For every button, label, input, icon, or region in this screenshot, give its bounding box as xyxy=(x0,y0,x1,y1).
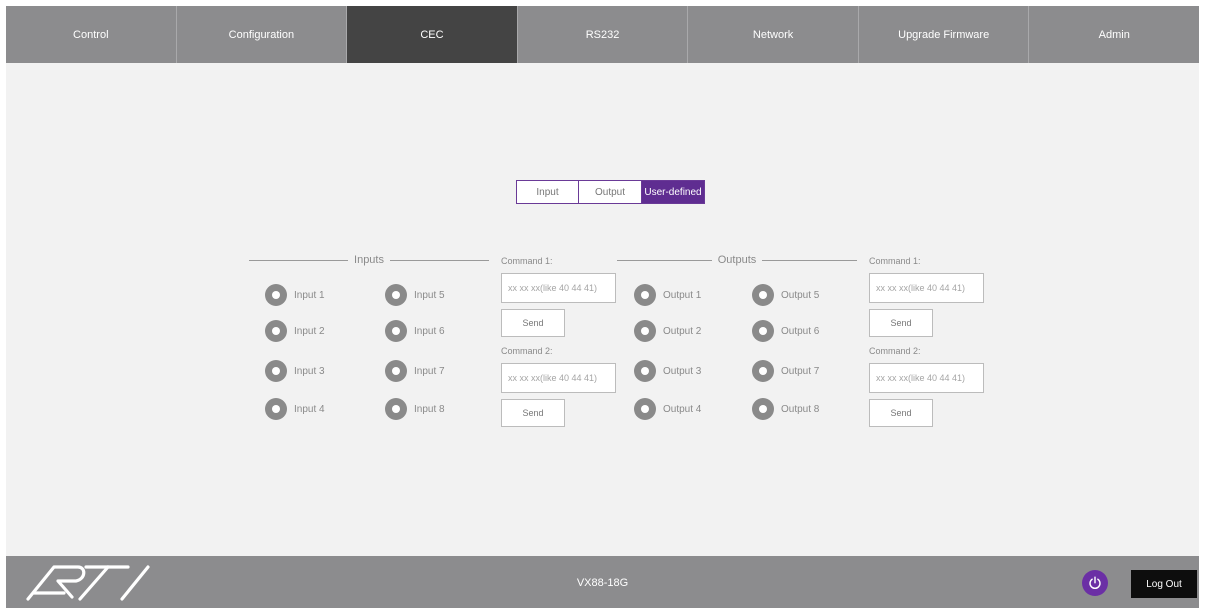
output-3-label: Output 3 xyxy=(663,365,702,377)
radio-dot xyxy=(265,360,287,382)
footer-bar: VX88-18G Log Out xyxy=(6,556,1199,608)
input-7-radio[interactable]: Input 7 xyxy=(385,360,445,382)
input-4-radio[interactable]: Input 4 xyxy=(265,398,325,420)
input-4-label: Input 4 xyxy=(294,403,325,415)
heading-divider xyxy=(762,259,857,261)
input-3-label: Input 3 xyxy=(294,365,325,377)
output-5-label: Output 5 xyxy=(781,289,820,301)
input-command-1-field[interactable] xyxy=(501,273,616,303)
cec-mode-switch: Input Output User-defined xyxy=(516,180,705,204)
radio-dot xyxy=(634,398,656,420)
input-command-2-label: Command 2: xyxy=(501,346,553,356)
radio-dot xyxy=(634,284,656,306)
tab-cec[interactable]: CEC xyxy=(347,6,518,63)
inputs-heading: Inputs xyxy=(249,252,489,268)
output-4-radio[interactable]: Output 4 xyxy=(634,398,701,420)
input-1-label: Input 1 xyxy=(294,289,325,301)
output-command-1-label: Command 1: xyxy=(869,256,921,266)
radio-dot xyxy=(752,398,774,420)
input-command-2-send-button[interactable]: Send xyxy=(501,399,565,427)
output-8-radio[interactable]: Output 8 xyxy=(752,398,819,420)
input-5-label: Input 5 xyxy=(414,289,445,301)
radio-dot xyxy=(265,398,287,420)
radio-dot xyxy=(634,360,656,382)
mode-user-defined-button[interactable]: User-defined xyxy=(642,180,705,204)
radio-dot xyxy=(385,320,407,342)
output-7-radio[interactable]: Output 7 xyxy=(752,360,819,382)
tab-upgrade-firmware[interactable]: Upgrade Firmware xyxy=(859,6,1030,63)
output-7-label: Output 7 xyxy=(781,365,820,377)
device-model: VX88-18G xyxy=(576,577,629,589)
tab-rs232[interactable]: RS232 xyxy=(518,6,689,63)
output-6-radio[interactable]: Output 6 xyxy=(752,320,819,342)
input-6-radio[interactable]: Input 6 xyxy=(385,320,445,342)
radio-dot xyxy=(752,284,774,306)
output-3-radio[interactable]: Output 3 xyxy=(634,360,701,382)
radio-dot xyxy=(385,360,407,382)
input-3-radio[interactable]: Input 3 xyxy=(265,360,325,382)
output-command-1-field[interactable] xyxy=(869,273,984,303)
mode-input-button[interactable]: Input xyxy=(516,180,579,204)
input-command-2-field[interactable] xyxy=(501,363,616,393)
output-1-label: Output 1 xyxy=(663,289,702,301)
radio-dot xyxy=(265,320,287,342)
output-6-label: Output 6 xyxy=(781,325,820,337)
heading-divider xyxy=(249,259,349,261)
radio-dot xyxy=(752,360,774,382)
input-8-label: Input 8 xyxy=(414,403,445,415)
outputs-heading: Outputs xyxy=(617,252,857,268)
inputs-heading-label: Inputs xyxy=(354,254,384,266)
tab-network[interactable]: Network xyxy=(688,6,859,63)
radio-dot xyxy=(634,320,656,342)
output-5-radio[interactable]: Output 5 xyxy=(752,284,819,306)
input-7-label: Input 7 xyxy=(414,365,445,377)
tab-configuration[interactable]: Configuration xyxy=(177,6,348,63)
tab-control[interactable]: Control xyxy=(6,6,177,63)
output-command-1-send-button[interactable]: Send xyxy=(869,309,933,337)
radio-dot xyxy=(385,398,407,420)
input-command-1-label: Command 1: xyxy=(501,256,553,266)
app-window: Control Configuration CEC RS232 Network … xyxy=(6,6,1199,608)
input-8-radio[interactable]: Input 8 xyxy=(385,398,445,420)
output-4-label: Output 4 xyxy=(663,403,702,415)
top-nav: Control Configuration CEC RS232 Network … xyxy=(6,6,1199,63)
power-icon xyxy=(1089,576,1101,590)
radio-dot xyxy=(265,284,287,306)
input-2-radio[interactable]: Input 2 xyxy=(265,320,325,342)
input-command-1-send-button[interactable]: Send xyxy=(501,309,565,337)
output-command-2-field[interactable] xyxy=(869,363,984,393)
input-6-label: Input 6 xyxy=(414,325,445,337)
heading-divider xyxy=(617,259,712,261)
output-8-label: Output 8 xyxy=(781,403,820,415)
outputs-heading-label: Outputs xyxy=(717,254,757,266)
input-5-radio[interactable]: Input 5 xyxy=(385,284,445,306)
logout-button[interactable]: Log Out xyxy=(1131,570,1197,598)
output-2-label: Output 2 xyxy=(663,325,702,337)
heading-divider xyxy=(389,259,489,261)
output-1-radio[interactable]: Output 1 xyxy=(634,284,701,306)
output-command-2-label: Command 2: xyxy=(869,346,921,356)
input-2-label: Input 2 xyxy=(294,325,325,337)
output-2-radio[interactable]: Output 2 xyxy=(634,320,701,342)
mode-output-button[interactable]: Output xyxy=(579,180,642,204)
output-command-2-send-button[interactable]: Send xyxy=(869,399,933,427)
tab-admin[interactable]: Admin xyxy=(1029,6,1199,63)
radio-dot xyxy=(385,284,407,306)
input-1-radio[interactable]: Input 1 xyxy=(265,284,325,306)
radio-dot xyxy=(752,320,774,342)
power-button[interactable] xyxy=(1082,570,1108,596)
